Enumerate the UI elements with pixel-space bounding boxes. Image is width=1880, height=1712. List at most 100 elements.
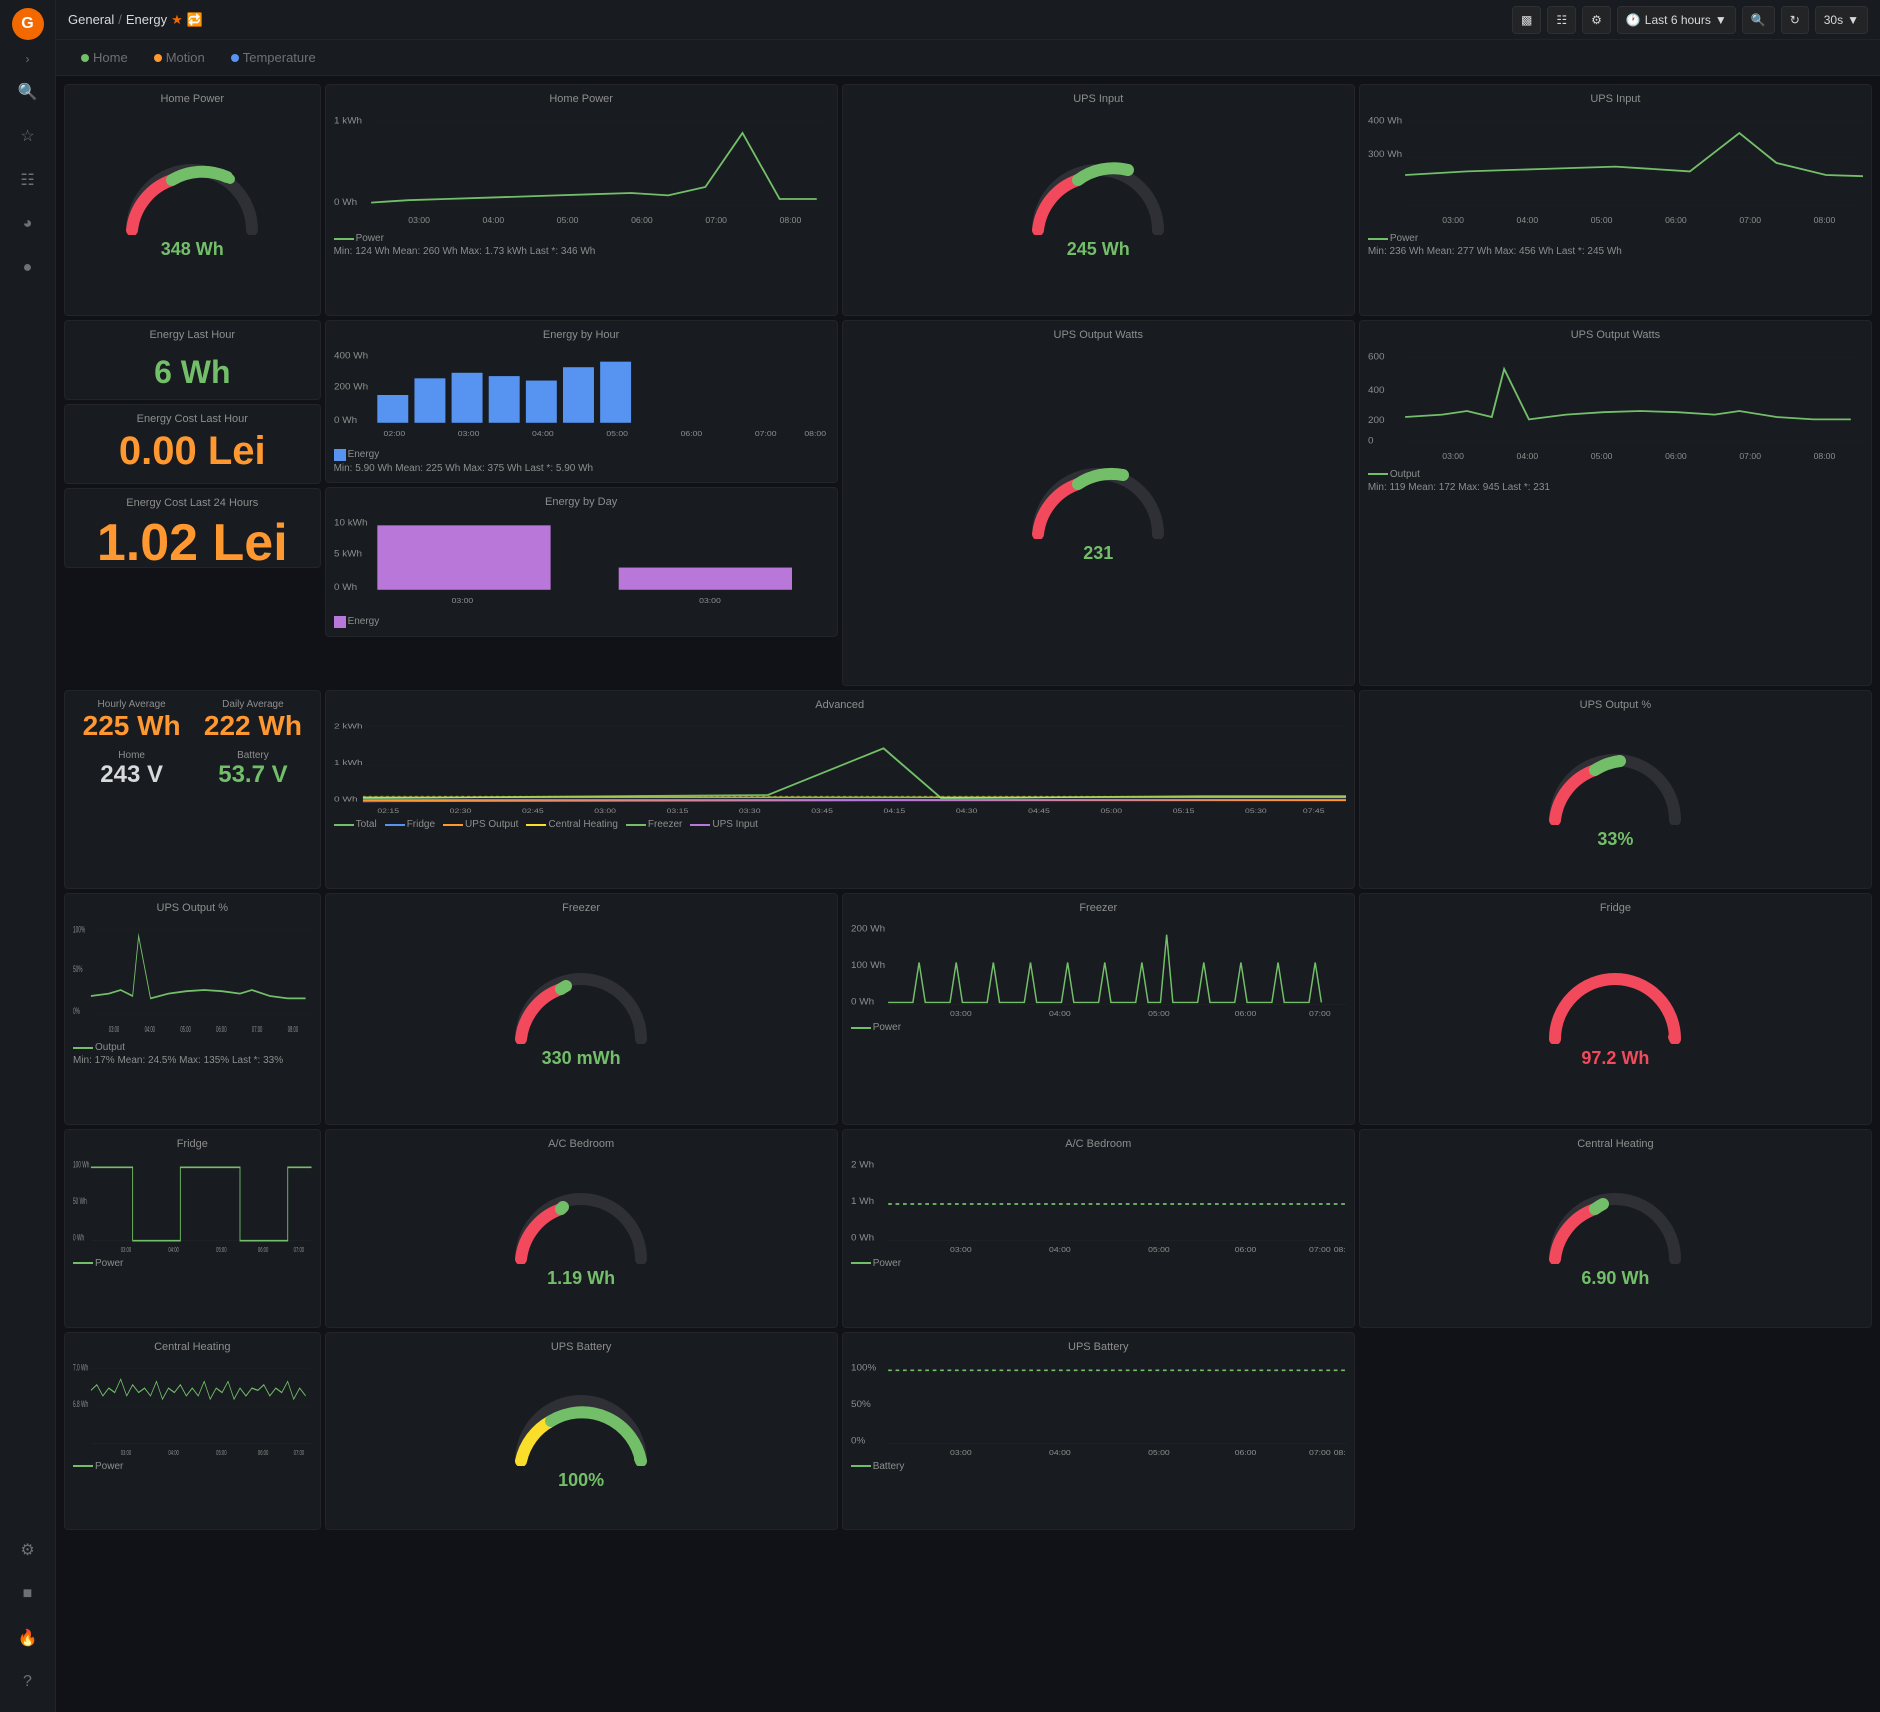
svg-text:08:00: 08:00 xyxy=(804,429,826,438)
tab-temperature[interactable]: Temperature xyxy=(218,44,329,72)
svg-text:0: 0 xyxy=(1368,435,1374,446)
svg-text:100%: 100% xyxy=(851,1361,877,1371)
svg-text:0 Wh: 0 Wh xyxy=(851,1232,874,1242)
svg-text:400 Wh: 400 Wh xyxy=(334,350,368,360)
svg-text:03:00: 03:00 xyxy=(950,1009,972,1018)
svg-text:06:00: 06:00 xyxy=(1234,1448,1256,1457)
zoom-out-button[interactable]: 🔍 xyxy=(1742,6,1775,34)
dashboard-settings-button[interactable]: ⚙ xyxy=(1582,6,1611,34)
svg-text:08:00: 08:00 xyxy=(1333,1448,1345,1457)
freezer-gauge: 330 mWh xyxy=(334,918,829,1116)
energy-cost-last-hour-title: Energy Cost Last Hour xyxy=(73,413,312,425)
svg-text:05:00: 05:00 xyxy=(1591,451,1613,461)
refresh-button[interactable]: ↻ xyxy=(1781,6,1809,34)
fridge-gauge-value: 97.2 Wh xyxy=(1581,1048,1649,1069)
svg-text:04:15: 04:15 xyxy=(883,807,905,815)
breadcrumb-general[interactable]: General xyxy=(68,12,114,27)
home-power-value: 348 Wh xyxy=(161,239,224,260)
topbar: General / Energy ★ 🔁 ▩ ☷ ⚙ 🕐 Last 6 hour… xyxy=(56,0,1880,40)
energy-by-hour-meta: Min: 5.90 Wh Mean: 225 Wh Max: 375 Wh La… xyxy=(334,463,829,474)
central-heating-legend: Power xyxy=(73,1461,312,1472)
ups-battery-gauge-svg xyxy=(511,1386,651,1466)
svg-text:03:00: 03:00 xyxy=(121,1448,132,1456)
fridge-gauge-card: Fridge 97.2 Wh xyxy=(1359,893,1872,1125)
svg-text:0 Wh: 0 Wh xyxy=(334,414,357,424)
ac-bedroom-value: 1.19 Wh xyxy=(547,1268,615,1289)
chart-type-button[interactable]: ▩ xyxy=(1512,6,1541,34)
svg-text:50 Wh: 50 Wh xyxy=(73,1196,87,1206)
home-power-gauge-svg xyxy=(122,155,262,235)
star-icon[interactable]: ★ xyxy=(171,12,183,28)
advanced-title: Advanced xyxy=(334,699,1346,711)
energy-last-hour-card: Energy Last Hour 6 Wh xyxy=(64,320,321,400)
tab-motion[interactable]: Motion xyxy=(141,44,218,72)
energy-by-hour-bar-svg: 400 Wh 200 Wh 0 Wh 02:00 03:00 xyxy=(334,345,829,445)
ups-output-watts-line-svg: 600 400 200 0 03:00 04:00 05:00 06:00 07… xyxy=(1368,345,1863,465)
empty-cell-1 xyxy=(1359,1332,1872,1531)
svg-text:400 Wh: 400 Wh xyxy=(1368,116,1402,127)
main-area: General / Energy ★ 🔁 ▩ ☷ ⚙ 🕐 Last 6 hour… xyxy=(56,0,1880,1712)
sidebar-collapse-button[interactable]: › xyxy=(0,48,55,70)
svg-text:03:00: 03:00 xyxy=(594,807,616,815)
advanced-legend: Total Fridge UPS Output Central Heating … xyxy=(334,819,1346,830)
svg-text:08:00: 08:00 xyxy=(1813,215,1835,225)
sidebar-item-search[interactable]: 🔍 xyxy=(8,72,48,112)
energy-cost-last-24h-card: Energy Cost Last 24 Hours 1.02 Lei xyxy=(64,488,321,568)
svg-text:04:00: 04:00 xyxy=(168,1245,179,1253)
home-power-chart-meta: Min: 124 Wh Mean: 260 Wh Max: 1.73 kWh L… xyxy=(334,246,829,257)
fridge-line-svg: 100 Wh 50 Wh 0 Wh 03:00 04:00 05:00 06:0… xyxy=(73,1154,312,1254)
svg-text:03:30: 03:30 xyxy=(738,807,760,815)
svg-text:03:00: 03:00 xyxy=(109,1026,120,1035)
svg-text:0 Wh: 0 Wh xyxy=(73,1233,84,1243)
ups-input-gauge-svg xyxy=(1028,155,1168,235)
ac-bedroom-gauge-svg xyxy=(511,1184,651,1264)
svg-text:2 Wh: 2 Wh xyxy=(851,1159,874,1169)
home-power-line-svg: 1 kWh 0 Wh 03:00 04:00 05:00 06:00 07:00… xyxy=(334,109,829,229)
svg-text:07:00: 07:00 xyxy=(294,1245,305,1253)
topbar-controls: ▩ ☷ ⚙ 🕐 Last 6 hours ▼ 🔍 ↻ 30s ▼ xyxy=(1512,6,1868,34)
svg-text:07:00: 07:00 xyxy=(294,1448,305,1456)
svg-text:03:00: 03:00 xyxy=(408,215,430,225)
interval-button[interactable]: 30s ▼ xyxy=(1815,6,1868,34)
energy-cost-last-24h-value: 1.02 Lei xyxy=(73,513,312,573)
daily-avg-item: Daily Average 222 Wh xyxy=(194,699,311,742)
ups-output-pct-line-svg: 100% 50% 0% 03:00 04:00 05:00 06:00 07:0… xyxy=(73,918,312,1038)
svg-text:03:00: 03:00 xyxy=(451,596,473,605)
sidebar-item-shield[interactable]: ■ xyxy=(8,1574,48,1614)
svg-text:04:45: 04:45 xyxy=(1028,807,1050,815)
svg-text:0 Wh: 0 Wh xyxy=(334,795,358,804)
breadcrumb-energy[interactable]: Energy xyxy=(126,12,167,27)
time-range-button[interactable]: 🕐 Last 6 hours ▼ xyxy=(1617,6,1736,34)
share-icon[interactable]: 🔁 xyxy=(187,12,203,28)
svg-text:06:00: 06:00 xyxy=(258,1448,269,1456)
advanced-chart: 2 kWh 1 kWh 0 Wh 02:15 02:30 02:45 03:00… xyxy=(334,715,1346,880)
central-heating-line-svg: 7.0 Wh 6.8 Wh 03:00 04:00 05:00 06:00 07… xyxy=(73,1357,312,1457)
svg-text:03:00: 03:00 xyxy=(950,1245,972,1254)
sidebar-item-help[interactable]: ? xyxy=(8,1662,48,1702)
battery-voltage-value: 53.7 V xyxy=(194,761,311,789)
svg-text:05:00: 05:00 xyxy=(1591,215,1613,225)
svg-text:03:00: 03:00 xyxy=(950,1448,972,1457)
table-view-button[interactable]: ☷ xyxy=(1547,6,1576,34)
svg-text:2 kWh: 2 kWh xyxy=(334,722,363,731)
sidebar-item-fire[interactable]: 🔥 xyxy=(8,1618,48,1658)
svg-text:200: 200 xyxy=(1368,415,1385,426)
energy-by-day-legend: Energy xyxy=(334,616,829,628)
ups-output-pct-legend: Output xyxy=(73,1042,312,1053)
home-power-chart: 1 kWh 0 Wh 03:00 04:00 05:00 06:00 07:00… xyxy=(334,109,829,307)
ups-output-pct-gauge-card: UPS Output % 33% xyxy=(1359,690,1872,889)
home-power-title: Home Power xyxy=(73,93,312,105)
freezer-chart-card: Freezer 200 Wh 100 Wh 0 Wh 03:00 04:00 0… xyxy=(842,893,1355,1125)
sidebar-item-star[interactable]: ☆ xyxy=(8,116,48,156)
svg-text:50%: 50% xyxy=(73,963,83,974)
svg-text:03:00: 03:00 xyxy=(699,596,721,605)
ups-output-watts-gauge: 231 xyxy=(851,345,1346,678)
sidebar-item-dashboard[interactable]: ☷ xyxy=(8,160,48,200)
tab-home[interactable]: Home xyxy=(68,44,141,72)
sidebar-item-explore[interactable]: ◕ xyxy=(8,204,48,244)
sidebar-item-settings[interactable]: ⚙ xyxy=(8,1530,48,1570)
energy-last-hour-title: Energy Last Hour xyxy=(73,329,312,341)
svg-text:04:00: 04:00 xyxy=(482,215,504,225)
advanced-line-svg: 2 kWh 1 kWh 0 Wh 02:15 02:30 02:45 03:00… xyxy=(334,715,1346,815)
sidebar-item-alerts[interactable]: ● xyxy=(8,248,48,288)
